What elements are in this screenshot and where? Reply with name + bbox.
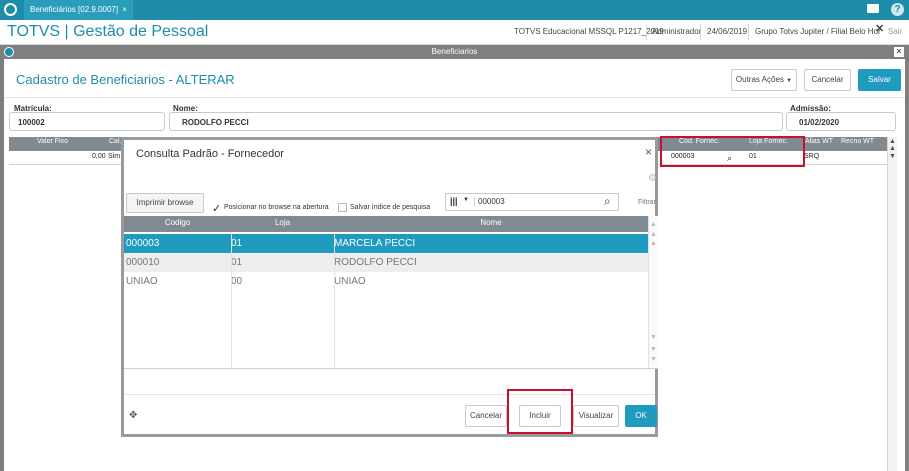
app-header: TOTVS | Gestão de Pessoal TOTVS Educacio… (0, 20, 909, 45)
cell-cal: Sim (108, 153, 121, 160)
cell-loja: 00 (231, 276, 243, 287)
lookup-row[interactable]: 000010 01 RODOLFO PECCI (124, 253, 648, 272)
window-title: Beneficiarios (431, 47, 478, 56)
chevron-down-icon: ▼ (786, 78, 793, 84)
checkbox-position-checked-icon[interactable]: ✓ (212, 202, 221, 215)
cell-valor-fixo: 0,00 (92, 153, 106, 160)
exit-link[interactable]: Sair (888, 26, 902, 38)
dialog-close-icon[interactable]: × (645, 145, 652, 159)
tab-close-icon[interactable]: × (122, 5, 127, 14)
totvs-logo-icon (4, 3, 17, 16)
col-recno-wt[interactable]: Recno WT (841, 138, 874, 145)
cell-codigo: 000010 (126, 257, 160, 268)
cell-codigo: 000003 (126, 238, 160, 249)
ok-button[interactable]: OK (625, 405, 657, 427)
other-actions-label: Outras Ações (735, 75, 784, 84)
highlight-include-button (507, 389, 573, 434)
cell-loja: 01 (231, 257, 243, 268)
group-info: Grupo Totvs Jupiter / Filial Belo Hor (755, 27, 881, 36)
matricula-field[interactable]: 100002 (9, 112, 165, 131)
cell-nome: UNIAO (334, 276, 366, 287)
environment-info: TOTVS Educacional MSSQL P1217_2019 (514, 27, 664, 36)
user-info: Administrador (652, 27, 702, 36)
cancel-button[interactable]: Cancelar (804, 69, 851, 91)
view-button[interactable]: Visualizar (573, 405, 619, 427)
col-valor-fixo[interactable]: Valor Fixo (37, 138, 68, 145)
dialog-title: Consulta Padrão - Fornecedor (136, 148, 284, 160)
search-field[interactable]: ||| ▼ 000003 ⌕ (445, 193, 619, 211)
chevron-down-icon[interactable]: ▼ (463, 197, 469, 203)
consulta-padrao-dialog: Consulta Padrão - Fornecedor × ⚙ Imprimi… (121, 137, 659, 437)
lookup-scrollbar[interactable]: ▲ ▲ ▲ ▼ ▼ ▼ (648, 216, 659, 368)
app-title: TOTVS | Gestão de Pessoal (7, 23, 209, 40)
help-icon[interactable]: ? (891, 3, 904, 16)
col-cal[interactable]: Cal. (109, 138, 121, 145)
date-info: 24/06/2019 (707, 27, 748, 36)
search-input[interactable]: 000003 (478, 197, 505, 206)
save-index-label[interactable]: Salvar índice de pesquisa (350, 204, 430, 211)
save-index-checkbox[interactable] (338, 203, 347, 212)
save-button[interactable]: Salvar (858, 69, 901, 91)
index-selector-icon[interactable]: ||| (450, 196, 458, 206)
cell-codigo: UNIAO (126, 276, 158, 287)
col-codigo[interactable]: Codigo (124, 218, 231, 227)
move-icon[interactable]: ✥ (129, 410, 137, 421)
print-browse-button[interactable]: Imprimir browse (126, 193, 204, 213)
mail-icon[interactable] (867, 4, 879, 13)
lookup-row[interactable]: UNIAO 00 UNIAO (124, 272, 648, 291)
lookup-row[interactable]: 000003 01 MARCELA PECCI (124, 234, 648, 253)
exit-icon[interactable]: ✕ (875, 23, 884, 35)
window-close-icon[interactable]: ✕ (894, 47, 904, 57)
filter-link[interactable]: Filtrar (638, 199, 656, 206)
settings-gear-icon[interactable]: ⚙ (648, 173, 657, 184)
position-checkbox-label[interactable]: Posicionar no browse na abertura (224, 204, 329, 211)
cell-nome: MARCELA PECCI (334, 238, 416, 249)
cell-alias-wt: SRQ (804, 153, 820, 160)
col-nome[interactable]: Nome (334, 218, 648, 227)
lookup-grid-header: Codigo Loja Nome (124, 216, 648, 232)
search-icon[interactable]: ⌕ (604, 194, 611, 209)
dialog-cancel-button[interactable]: Cancelar (465, 405, 507, 427)
os-tab-bar: Beneficiários [02.9.0007] × ? (0, 0, 909, 20)
tab-label: Beneficiários [02.9.0007] (30, 5, 119, 14)
highlight-fornecedor-columns (660, 136, 805, 167)
admissao-field[interactable]: 01/02/2020 (786, 112, 896, 131)
other-actions-button[interactable]: Outras Ações ▼ (731, 69, 797, 91)
grid-scrollbar[interactable]: ▲ ▲ ▼ (887, 137, 897, 471)
tab-beneficiarios[interactable]: Beneficiários [02.9.0007] × (24, 0, 133, 20)
nome-field[interactable]: RODOLFO PECCI (169, 112, 783, 131)
cell-nome: RODOLFO PECCI (334, 257, 417, 268)
col-alias-wt[interactable]: Alias WT (805, 138, 833, 145)
cell-loja: 01 (231, 238, 243, 249)
col-loja[interactable]: Loja (231, 218, 334, 227)
page-title: Cadastro de Beneficiarios - ALTERAR (16, 72, 235, 87)
window-titlebar: Beneficiarios ✕ (0, 45, 909, 59)
